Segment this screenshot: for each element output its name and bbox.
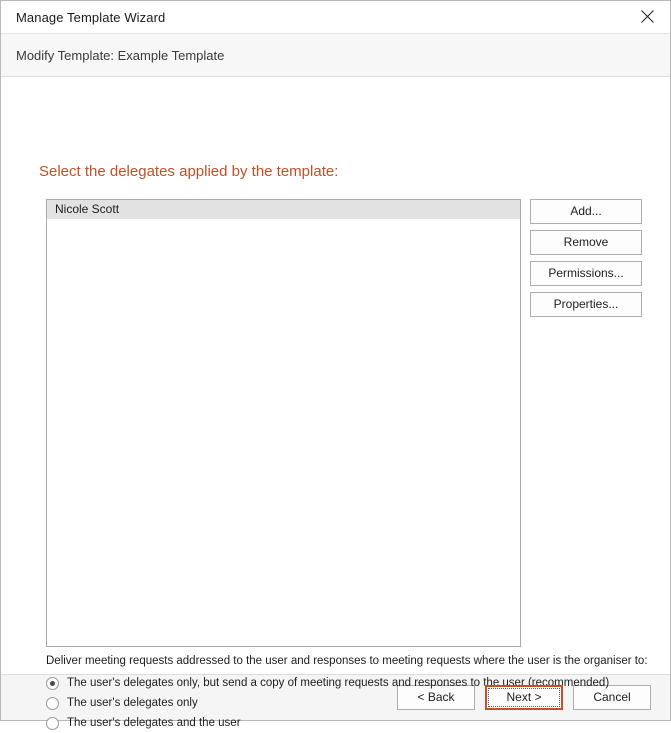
close-icon[interactable] [625,1,670,32]
window-title: Manage Template Wizard [16,9,166,25]
permissions-button[interactable]: Permissions... [530,261,642,286]
delivery-options-description: Deliver meeting requests addressed to th… [46,655,648,667]
radio-icon[interactable] [46,696,59,710]
template-subtitle: Modify Template: Example Template [16,47,225,63]
page-title: Select the delegates applied by the temp… [39,163,339,180]
remove-button[interactable]: Remove [530,230,642,255]
list-item[interactable]: Nicole Scott [47,200,520,219]
title-bar: Manage Template Wizard [1,1,670,33]
radio-icon[interactable] [46,716,59,730]
radio-label: The user's delegates only [67,697,198,709]
next-button[interactable]: Next > [485,685,563,710]
delegates-listbox[interactable]: Nicole Scott [46,199,521,647]
add-button[interactable]: Add... [530,199,642,224]
subtitle-bar: Modify Template: Example Template [1,33,670,77]
delegate-actions-group: Add... Remove Permissions... Properties.… [530,199,642,317]
dialog-body: Select the delegates applied by the temp… [1,77,670,730]
radio-option-delegates-and-user[interactable]: The user's delegates and the user [46,713,636,733]
radio-icon[interactable] [46,676,59,690]
radio-label: The user's delegates and the user [67,717,241,729]
manage-template-wizard-dialog: Manage Template Wizard Modify Template: … [0,0,671,730]
properties-button[interactable]: Properties... [530,292,642,317]
